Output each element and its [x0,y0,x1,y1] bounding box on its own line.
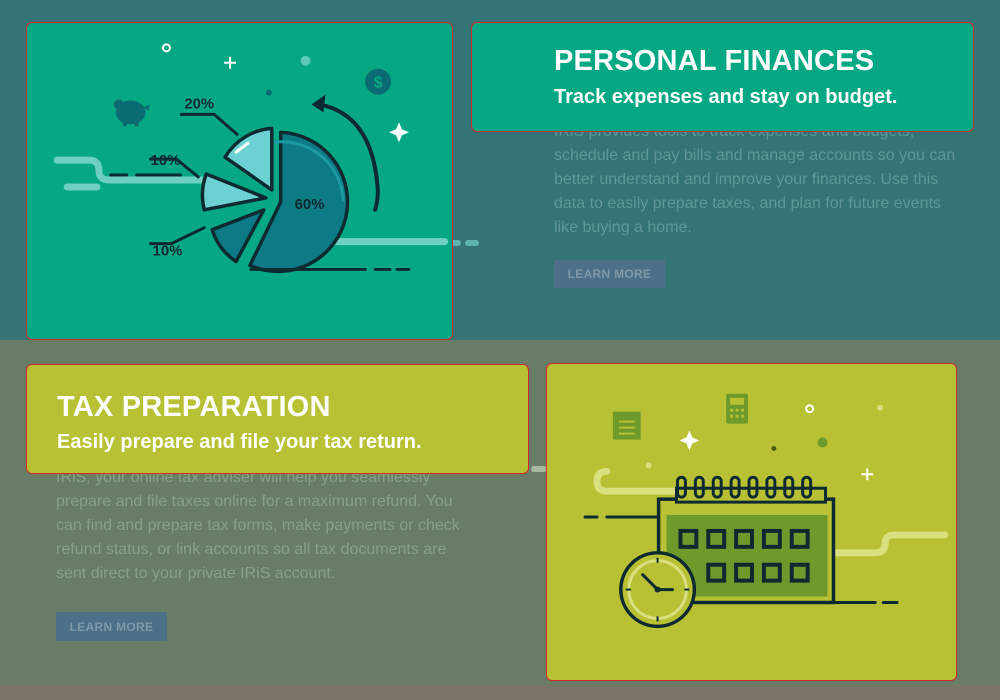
tax-preparation-title: TAX PREPARATION [57,391,331,423]
slice-label-10-top: 10% [151,153,181,169]
personal-finances-subtitle: Track expenses and stay on budget. [554,86,898,108]
pie-chart-icon [200,126,350,274]
personal-finances-heading-card: PERSONAL FINANCES Track expenses and sta… [471,22,974,132]
piggy-bank-icon [113,99,150,127]
notepad-icon [612,411,641,440]
page: IRiS provides tools to track expenses an… [0,0,1000,700]
personal-finances-learn-more-button[interactable]: LEARN MORE [554,260,665,288]
slice-label-10-bottom: 10% [153,244,183,260]
calendar-illustration [583,393,949,629]
footer-strip [0,685,1000,700]
tax-preparation-heading-card: TAX PREPARATION Easily prepare and file … [26,364,529,474]
personal-finances-illustration: $ 20% 10% 10% 60% [26,22,453,340]
svg-text:$: $ [374,75,383,92]
tax-preparation-description: IRiS, your online tax adviser will help … [56,469,460,582]
dollar-coin-icon: $ [365,68,392,95]
slice-label-20: 20% [184,96,214,112]
tax-preparation-learn-more-button[interactable]: LEARN MORE [56,612,167,641]
slice-label-60: 60% [295,197,325,213]
personal-finances-description: IRiS provides tools to track expenses an… [554,123,956,236]
personal-finances-title: PERSONAL FINANCES [554,45,875,77]
tax-preparation-subtitle: Easily prepare and file your tax return. [57,431,422,453]
pie-chart-illustration: $ 20% 10% 10% 60% [53,43,449,274]
clock-icon [619,551,697,629]
tax-preparation-illustration [546,363,957,681]
calculator-icon [726,393,749,424]
sparkle-icon [161,43,409,143]
